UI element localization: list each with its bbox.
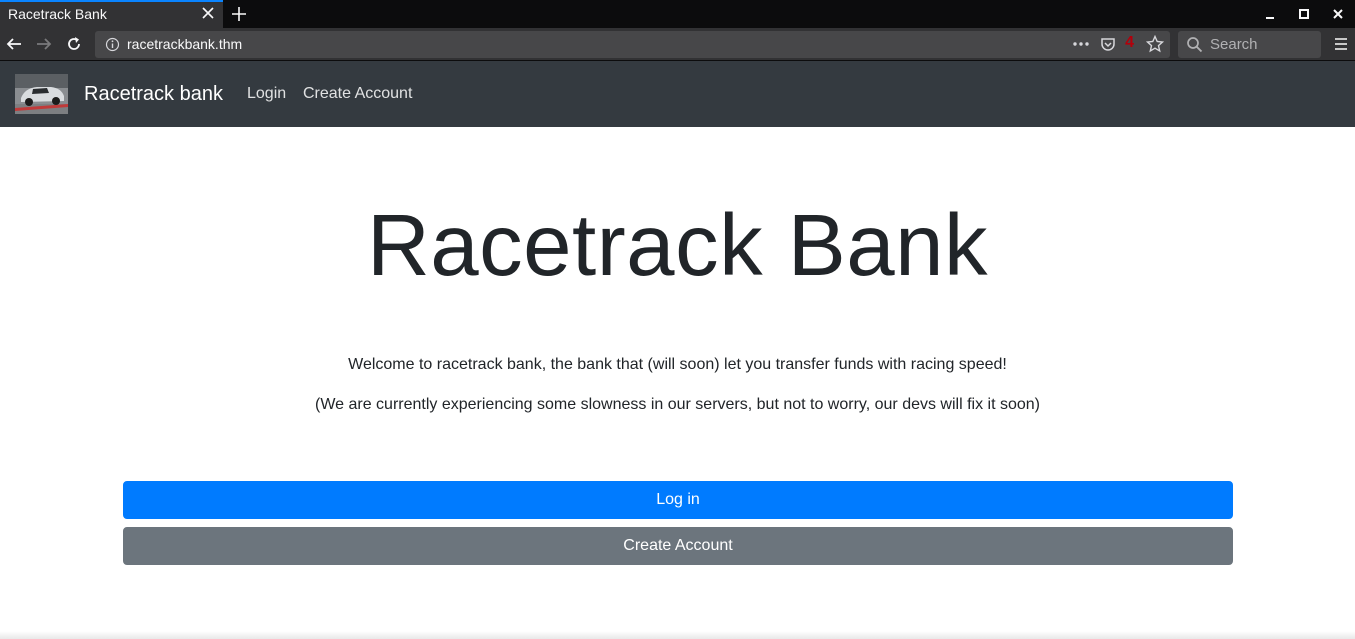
page-title: Racetrack Bank [366, 197, 989, 294]
url-bar[interactable]: racetrackbank.thm 4 [95, 31, 1170, 58]
close-tab-icon[interactable] [201, 6, 215, 20]
brand-logo-image[interactable] [15, 74, 68, 114]
page-actions-icon[interactable] [1072, 36, 1090, 52]
brand-name[interactable]: Racetrack bank [84, 83, 223, 106]
site-navbar: Racetrack bank Login Create Account [0, 61, 1355, 127]
search-icon [1187, 37, 1203, 53]
welcome-text: Welcome to racetrack bank, the bank that… [348, 356, 1007, 373]
close-window-icon[interactable] [1331, 7, 1345, 21]
create-account-button[interactable]: Create Account [123, 527, 1233, 565]
pocket-icon[interactable] [1100, 36, 1116, 52]
nav-link-create-account[interactable]: Create Account [303, 85, 412, 103]
minimize-icon[interactable] [1263, 7, 1277, 21]
tab-title: Racetrack Bank [8, 6, 107, 22]
browser-toolbar: racetrackbank.thm 4 Search [0, 28, 1355, 61]
extension-badge[interactable]: 4 [1125, 34, 1134, 52]
notice-text: (We are currently experiencing some slow… [314, 396, 1041, 413]
race-car-image [15, 74, 68, 114]
search-placeholder: Search [1210, 36, 1258, 53]
page-bottom-edge [0, 631, 1355, 639]
url-text: racetrackbank.thm [127, 36, 243, 52]
bookmark-star-icon[interactable] [1146, 35, 1164, 53]
hamburger-menu-icon[interactable] [1333, 36, 1349, 52]
forward-icon[interactable] [35, 35, 53, 53]
browser-tab[interactable]: Racetrack Bank [0, 0, 223, 28]
browser-tab-bar: Racetrack Bank [0, 0, 1355, 28]
new-tab-icon[interactable] [230, 5, 248, 23]
browser-search-box[interactable]: Search [1178, 31, 1321, 58]
maximize-icon[interactable] [1297, 7, 1311, 21]
nav-link-login[interactable]: Login [247, 85, 286, 103]
reload-icon[interactable] [65, 35, 83, 53]
site-info-icon[interactable] [105, 37, 120, 52]
back-icon[interactable] [5, 35, 23, 53]
login-button[interactable]: Log in [123, 481, 1233, 519]
